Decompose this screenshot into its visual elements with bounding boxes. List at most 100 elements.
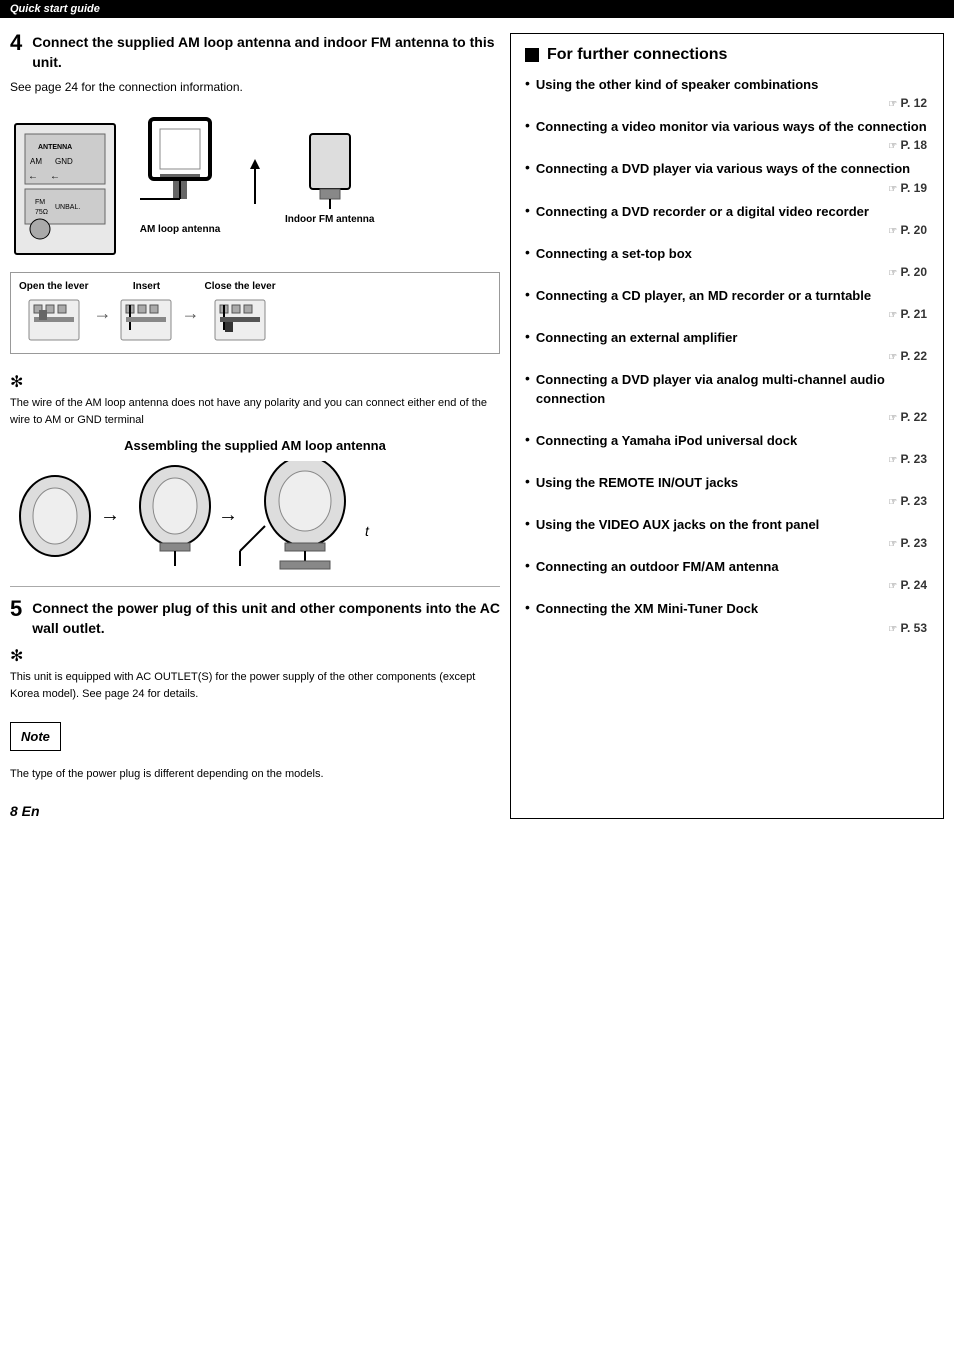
- further-title-text: For further connections: [547, 46, 727, 64]
- connection-item[interactable]: •Connecting the XM Mini-Tuner Dock ☞ P. 5…: [525, 600, 929, 634]
- connection-item-text: Connecting a DVD player via various ways…: [536, 160, 929, 178]
- page-ref-icon: ☞: [888, 581, 897, 592]
- bullet-icon: •: [525, 557, 530, 573]
- note-symbol-2: ✻: [10, 646, 500, 666]
- svg-text:←: ←: [28, 171, 38, 182]
- arrow-2: →: [181, 303, 199, 324]
- section-4-subtitle: See page 24 for the connection informati…: [10, 80, 500, 94]
- svg-text:→: →: [218, 504, 238, 526]
- right-column: For further connections • Using the other…: [510, 33, 944, 819]
- connection-item[interactable]: •Connecting a CD player, an MD recorder …: [525, 287, 929, 321]
- page-ref-icon: ☞: [888, 413, 897, 424]
- lever-steps: Open the lever →: [10, 272, 500, 354]
- connection-item[interactable]: •Connecting an external amplifier☞ P. 22: [525, 329, 929, 363]
- page-ref[interactable]: ☞ P. 23: [525, 494, 929, 508]
- connection-item[interactable]: •Using the other kind of speaker combina…: [525, 76, 929, 110]
- connection-item[interactable]: •Connecting an outdoor FM/AM antenna☞ P.…: [525, 558, 929, 592]
- bullet-icon: •: [525, 599, 530, 615]
- bullet-icon: •: [525, 244, 530, 260]
- fm-antenna-svg: [290, 114, 370, 214]
- page-container: Quick start guide 4 Connect the supplied…: [0, 0, 954, 1348]
- connection-item-text: Using the other kind of speaker combinat…: [536, 76, 929, 94]
- connection-item[interactable]: • Connecting a DVD player via various way…: [525, 160, 929, 194]
- svg-text:GND: GND: [55, 157, 73, 166]
- further-connections-title: For further connections: [525, 46, 929, 64]
- page-number: 8 En: [10, 803, 500, 819]
- connection-item-text: Connecting a video monitor via various w…: [536, 118, 929, 136]
- connection-item-bullet: •Connecting a CD player, an MD recorder …: [525, 287, 929, 305]
- lever-step-open: Open the lever: [19, 281, 88, 345]
- section-5-number: 5: [10, 596, 22, 622]
- page-ref[interactable]: ☞ P. 21: [525, 307, 929, 321]
- bullet-icon: •: [525, 431, 530, 447]
- connection-item[interactable]: •Connecting a DVD recorder or a digital …: [525, 203, 929, 237]
- connection-item[interactable]: •Connecting a DVD player via analog mult…: [525, 371, 929, 423]
- section-5: 5 Connect the power plug of this unit an…: [10, 599, 500, 783]
- page-ref[interactable]: ☞ P. 23: [525, 452, 929, 466]
- page-ref-icon: ☞: [888, 99, 897, 110]
- page-ref[interactable]: ☞ P. 53: [525, 621, 929, 635]
- page-ref-icon: ☞: [888, 268, 897, 279]
- bullet-icon: •: [525, 117, 530, 133]
- page-ref-icon: ☞: [888, 352, 897, 363]
- lever-insert-label: Insert: [133, 281, 160, 292]
- connection-item[interactable]: •Using the REMOTE IN/OUT jacks ☞ P. 23: [525, 474, 929, 508]
- lever-insert-icon: [116, 295, 176, 345]
- bullet-icon: •: [525, 515, 530, 531]
- device-unit-svg: ANTENNA AM GND ← ← FM 75Ω U: [10, 104, 120, 264]
- connection-item[interactable]: • Connecting a video monitor via various …: [525, 118, 929, 152]
- connection-items-list: • Using the other kind of speaker combina…: [525, 76, 929, 635]
- svg-text:→: →: [100, 504, 120, 526]
- section-5-header: 5 Connect the power plug of this unit an…: [10, 599, 500, 638]
- page-ref-icon: ☞: [888, 141, 897, 152]
- page-ref-icon: ☞: [888, 184, 897, 195]
- assembly-diagram: → →: [10, 461, 500, 571]
- connection-item-text: Using the VIDEO AUX jacks on the front p…: [536, 516, 929, 534]
- connection-item-bullet: •Connecting the XM Mini-Tuner Dock: [525, 600, 929, 618]
- connection-item-bullet: •Connecting a DVD recorder or a digital …: [525, 203, 929, 221]
- fm-antenna-label: Indoor FM antenna: [285, 214, 374, 225]
- lever-step-close: Close the lever: [204, 281, 275, 345]
- connection-item-text: Using the REMOTE IN/OUT jacks: [536, 474, 929, 492]
- black-square-icon: [525, 48, 539, 62]
- page-ref[interactable]: ☞ P. 22: [525, 410, 929, 424]
- svg-text:←: ←: [50, 171, 60, 182]
- lever-close-icon: [210, 295, 270, 345]
- page-ref[interactable]: ☞ P. 18: [525, 138, 929, 152]
- lever-open-icon: [24, 295, 84, 345]
- connection-item-text: Connecting a Yamaha iPod universal dock: [536, 432, 929, 450]
- page-ref[interactable]: ☞ P. 12: [525, 96, 929, 110]
- connection-item[interactable]: • Connecting a Yamaha iPod universal dock…: [525, 432, 929, 466]
- arrow-1: →: [93, 303, 111, 324]
- page-ref[interactable]: ☞ P. 23: [525, 536, 929, 550]
- am-antenna-label: AM loop antenna: [140, 224, 221, 235]
- lever-close-label: Close the lever: [204, 281, 275, 292]
- connection-item-bullet: • Connecting a video monitor via various …: [525, 118, 929, 136]
- connection-item-text: Connecting an external amplifier: [536, 329, 929, 347]
- header-bar: Quick start guide: [0, 0, 954, 18]
- note-box-label: Note: [21, 729, 50, 744]
- connection-item[interactable]: •Connecting a set-top box ☞ P. 20: [525, 245, 929, 279]
- bullet-icon: •: [525, 159, 530, 175]
- lever-open-label: Open the lever: [19, 281, 88, 292]
- section5-note: This unit is equipped with AC OUTLET(S) …: [10, 669, 500, 702]
- svg-text:AM: AM: [30, 157, 42, 166]
- page-ref[interactable]: ☞ P. 20: [525, 265, 929, 279]
- connection-item-bullet: •Using the REMOTE IN/OUT jacks: [525, 474, 929, 492]
- svg-text:ANTENNA: ANTENNA: [38, 144, 72, 151]
- connection-item[interactable]: • Using the VIDEO AUX jacks on the front …: [525, 516, 929, 550]
- lever-step-insert: Insert: [116, 281, 176, 345]
- page-ref-icon: ☞: [888, 624, 897, 635]
- page-ref-icon: ☞: [888, 226, 897, 237]
- page-ref[interactable]: ☞ P. 22: [525, 349, 929, 363]
- page-ref[interactable]: ☞ P. 19: [525, 181, 929, 195]
- connection-item-bullet: •Connecting a DVD player via analog mult…: [525, 371, 929, 407]
- am-loop-svg: [135, 114, 225, 224]
- section-4-title: Connect the supplied AM loop antenna and…: [32, 33, 500, 72]
- page-ref[interactable]: ☞ P. 24: [525, 578, 929, 592]
- connection-item-bullet: •Connecting a set-top box: [525, 245, 929, 263]
- connection-item-bullet: •Using the other kind of speaker combina…: [525, 76, 929, 94]
- section-4-number: 4: [10, 30, 22, 56]
- assembly-svg: → →: [10, 461, 390, 571]
- page-ref[interactable]: ☞ P. 20: [525, 223, 929, 237]
